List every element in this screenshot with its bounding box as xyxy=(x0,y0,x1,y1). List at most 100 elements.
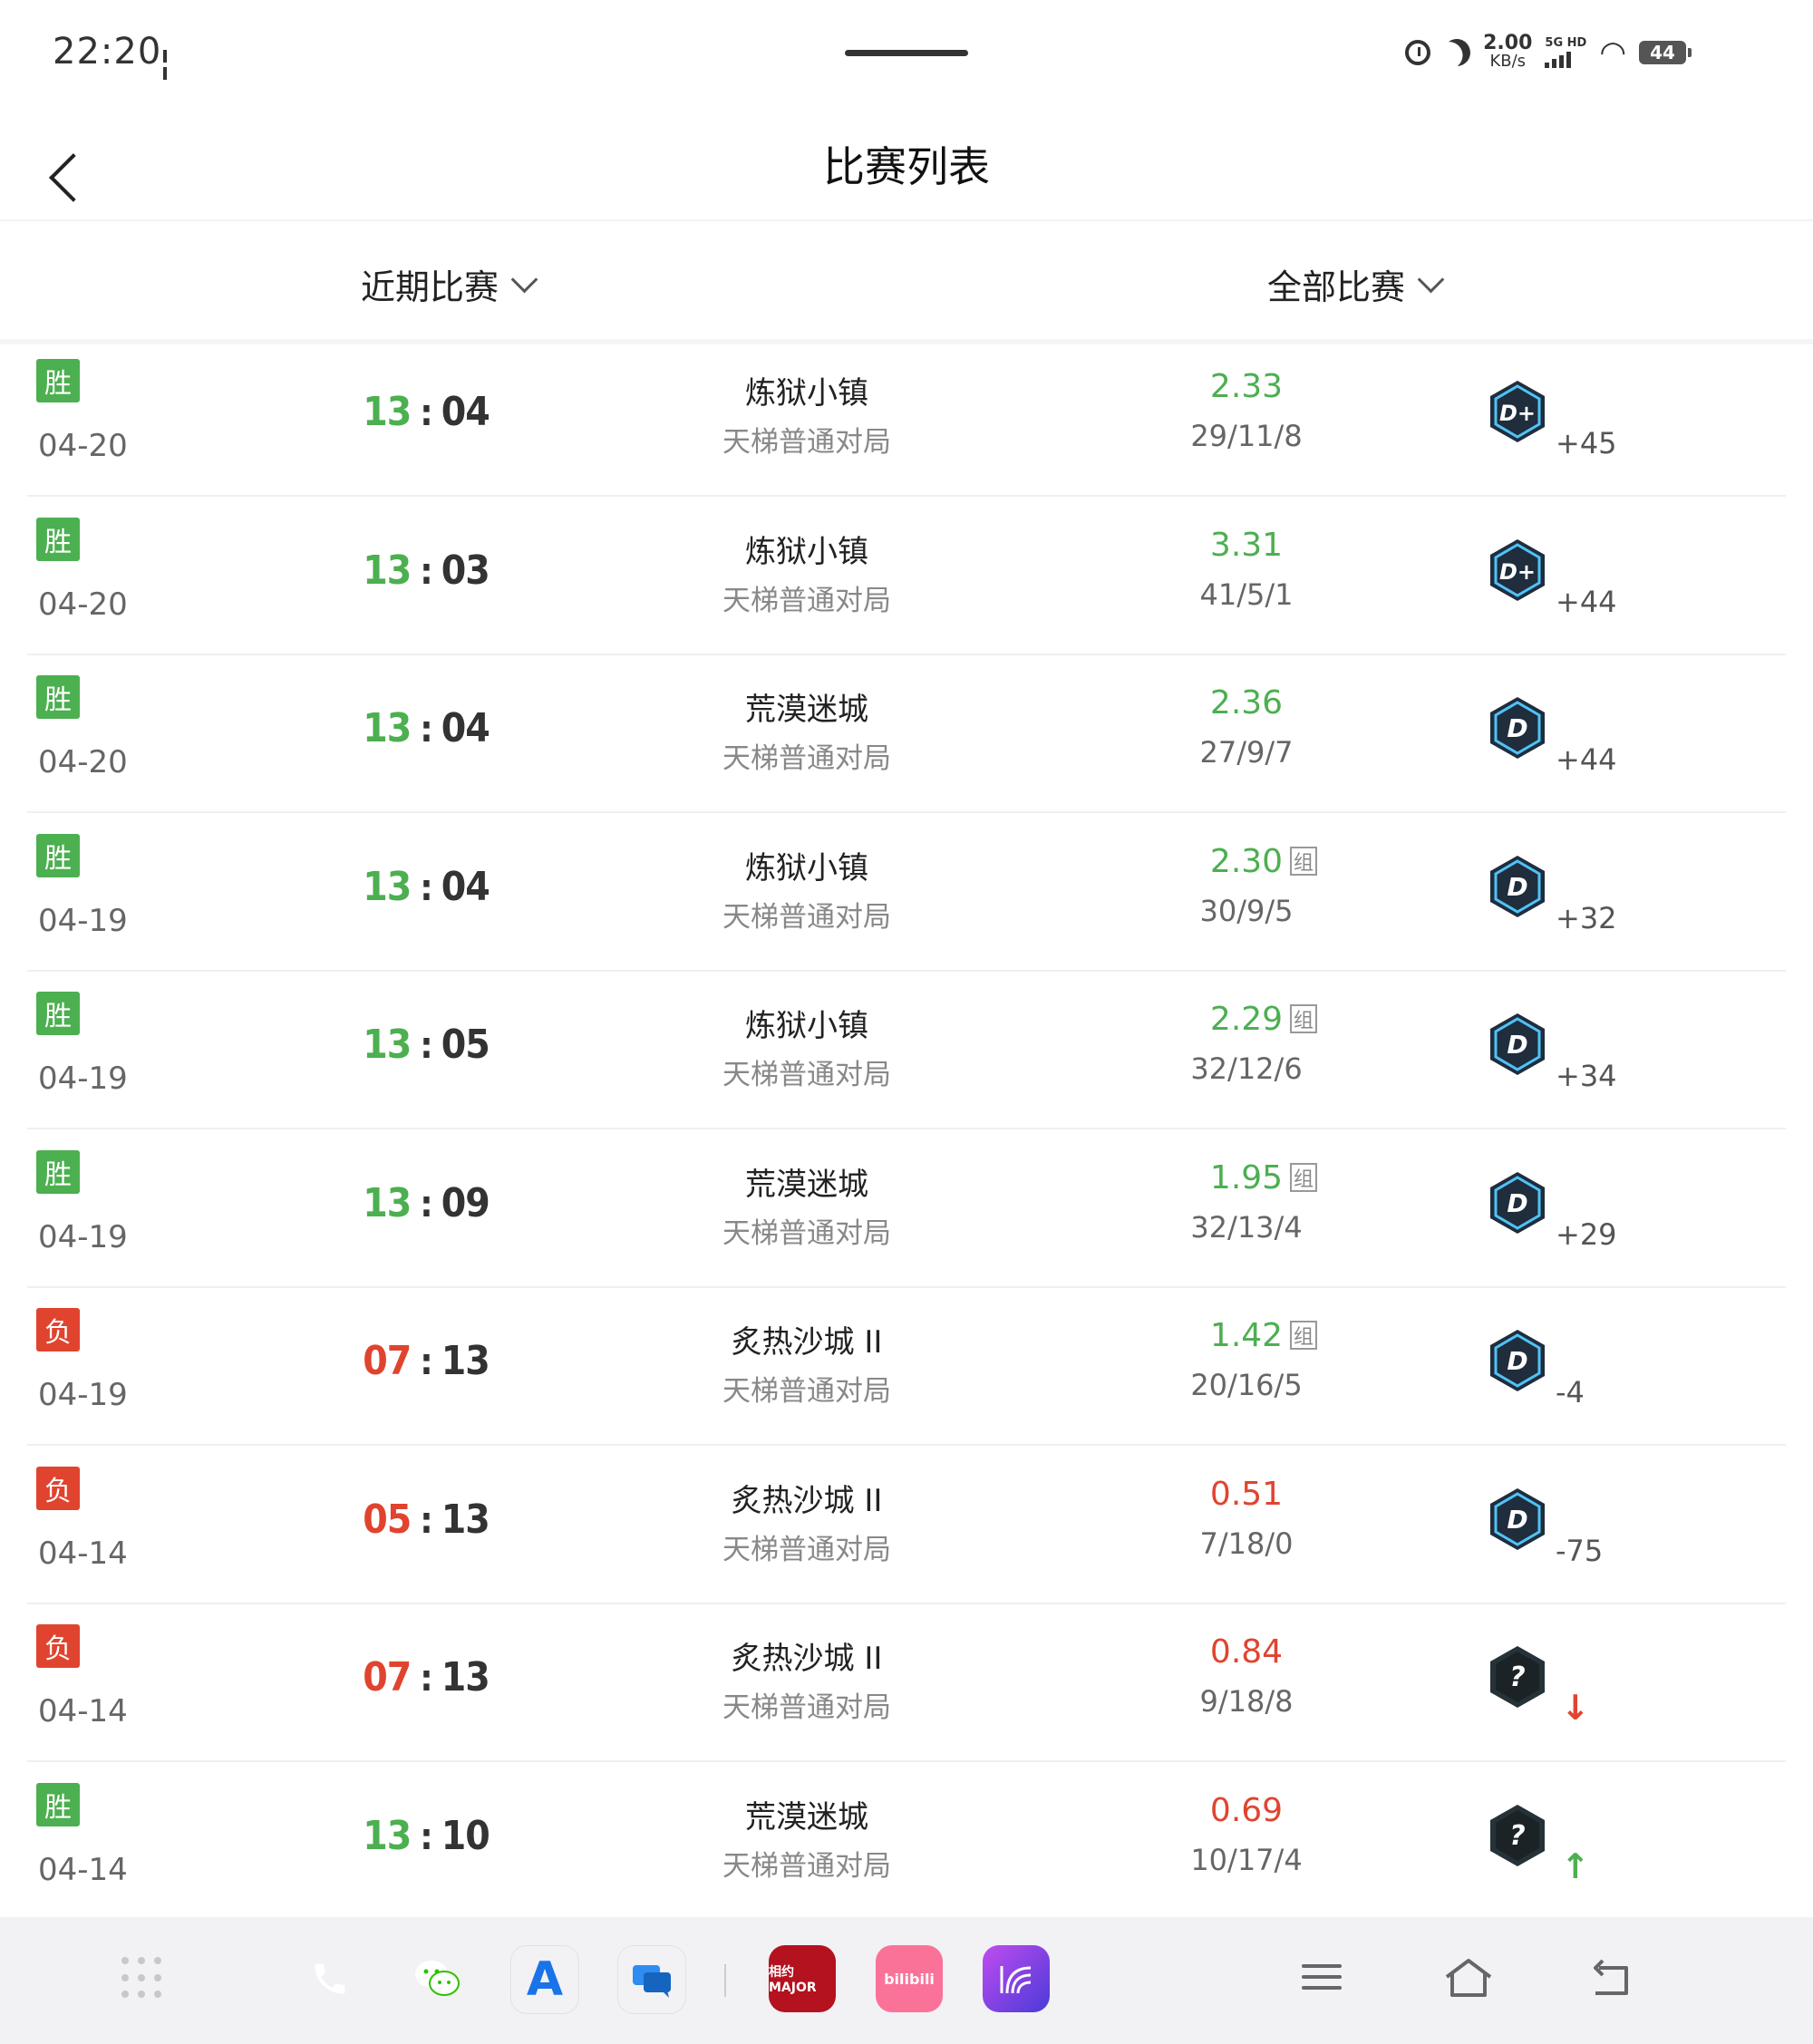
group-tag: 组 xyxy=(1290,1321,1317,1350)
match-row[interactable]: 胜 04-19 13:09 荒漠迷城 天梯普通对局 1.95 组 32/13/4 D +29 xyxy=(0,1130,1813,1288)
kda-stats: 32/13/4 xyxy=(1190,1209,1303,1245)
match-date: 04-14 xyxy=(38,1851,128,1888)
result-badge: 胜 xyxy=(36,517,80,561)
match-date: 04-20 xyxy=(38,586,128,623)
map-name: 荒漠迷城 xyxy=(745,692,868,728)
filter-label: 全部比赛 xyxy=(1267,267,1406,307)
score-separator: : xyxy=(420,1183,432,1225)
elo-change: -4 xyxy=(1556,1375,1585,1409)
score-separator: : xyxy=(420,1499,432,1542)
match-score: 13:04 xyxy=(354,705,499,751)
filter-bar: 近期比赛 全部比赛 xyxy=(0,221,1813,344)
app-store-icon[interactable]: A xyxy=(510,1945,579,2014)
home-icon[interactable] xyxy=(1443,1957,1492,2000)
status-time: 22:20 xyxy=(53,31,162,73)
match-date: 04-19 xyxy=(38,902,128,939)
svg-text:D+: D+ xyxy=(1499,559,1536,585)
match-score: 13:04 xyxy=(354,864,499,910)
rank-unknown-icon: ? xyxy=(1487,1803,1548,1868)
media-pause-icon xyxy=(163,49,176,80)
drag-handle[interactable] xyxy=(845,50,968,56)
messages-app-icon[interactable] xyxy=(617,1945,686,2014)
team-score: 13 xyxy=(363,1179,412,1226)
do-not-disturb-icon xyxy=(1440,35,1474,70)
match-score: 07:13 xyxy=(354,1338,499,1384)
battery-level: 44 xyxy=(1650,42,1675,63)
opponent-score: 09 xyxy=(441,1179,490,1226)
match-mode: 天梯普通对局 xyxy=(722,1216,891,1250)
match-date: 04-14 xyxy=(38,1693,128,1729)
match-row[interactable]: 负 04-19 07:13 炙热沙城 II 天梯普通对局 1.42 组 20/16/5 D -4 xyxy=(0,1288,1813,1446)
match-row[interactable]: 胜 04-20 13:03 炼狱小镇 天梯普通对局 3.31 41/5/1 D+ +44 xyxy=(0,498,1813,655)
wechat-app-icon[interactable] xyxy=(403,1945,470,2012)
result-badge: 胜 xyxy=(36,992,80,1035)
network-speed-unit: KB/s xyxy=(1489,52,1527,71)
result-badge: 胜 xyxy=(36,675,80,719)
match-score: 07:13 xyxy=(354,1654,499,1700)
back-nav-icon[interactable] xyxy=(1590,1957,1634,2000)
purple-app-icon[interactable] xyxy=(983,1945,1050,2012)
arrow-up-icon: ↑ xyxy=(1561,1845,1590,1886)
opponent-score: 10 xyxy=(441,1812,490,1859)
score-separator: : xyxy=(420,1816,432,1858)
kda-stats: 9/18/8 xyxy=(1199,1684,1294,1719)
elo-change: +32 xyxy=(1556,900,1617,935)
match-mode: 天梯普通对局 xyxy=(722,584,891,617)
match-row[interactable]: 胜 04-20 13:04 荒漠迷城 天梯普通对局 2.36 27/9/7 D +44 xyxy=(0,655,1813,813)
team-score: 13 xyxy=(363,705,412,751)
svg-text:D: D xyxy=(1507,1505,1527,1535)
match-row[interactable]: 负 04-14 05:13 炙热沙城 II 天梯普通对局 0.51 7/18/0 D -75 xyxy=(0,1447,1813,1604)
rating-value: 0.69 xyxy=(1209,1791,1284,1829)
kda-stats: 10/17/4 xyxy=(1190,1842,1303,1877)
result-badge: 负 xyxy=(36,1308,80,1351)
elo-change: +29 xyxy=(1556,1216,1617,1252)
match-row[interactable]: 胜 04-19 13:05 炼狱小镇 天梯普通对局 2.29 组 32/12/6 D +34 xyxy=(0,972,1813,1129)
group-tag: 组 xyxy=(1290,1162,1317,1192)
score-separator: : xyxy=(420,392,432,434)
match-date: 04-19 xyxy=(38,1218,128,1255)
opponent-score: 13 xyxy=(441,1338,490,1384)
app-drawer-icon[interactable] xyxy=(121,1957,165,2000)
wifi-icon: ◠ xyxy=(1599,34,1626,71)
match-row[interactable]: 胜 04-20 13:04 炼狱小镇 天梯普通对局 2.33 29/11/8 D+ +45 xyxy=(0,339,1813,497)
page-title: 比赛列表 xyxy=(823,142,990,191)
dock-divider xyxy=(724,1964,726,1997)
svg-text:D: D xyxy=(1507,713,1527,743)
rank-d-icon: D xyxy=(1487,1012,1548,1077)
elo-change: +44 xyxy=(1556,584,1617,619)
team-score: 13 xyxy=(363,547,412,594)
signal-label: 5G HD xyxy=(1545,36,1587,50)
cellular-signal-icon: 5G HD xyxy=(1545,37,1586,68)
match-score: 13:05 xyxy=(354,1022,499,1068)
kda-stats: 7/18/0 xyxy=(1199,1526,1294,1561)
team-score: 13 xyxy=(363,389,412,435)
all-matches-filter[interactable]: 全部比赛 xyxy=(1267,259,1445,309)
status-icons: 2.00 KB/s 5G HD ◠ 44 xyxy=(1405,34,1692,71)
phone-app-icon[interactable] xyxy=(296,1945,364,2012)
match-row[interactable]: 胜 04-14 13:10 荒漠迷城 天梯普通对局 0.69 10/17/4? ↑ xyxy=(0,1763,1813,1921)
chevron-down-icon xyxy=(510,266,538,294)
recent-matches-filter[interactable]: 近期比赛 xyxy=(361,259,538,309)
menu-icon[interactable] xyxy=(1302,1957,1345,2000)
match-score: 13:10 xyxy=(354,1813,499,1859)
match-score: 05:13 xyxy=(354,1497,499,1543)
elo-change: +44 xyxy=(1556,742,1617,777)
svg-text:D: D xyxy=(1507,872,1527,902)
kda-stats: 20/16/5 xyxy=(1190,1368,1303,1402)
svg-text:D: D xyxy=(1507,1188,1527,1218)
group-tag: 组 xyxy=(1290,1004,1317,1033)
network-speed: 2.00 KB/s xyxy=(1483,34,1532,71)
rank-d-icon: D xyxy=(1487,1328,1548,1393)
bilibili-app-icon[interactable]: bilibili xyxy=(876,1945,943,2012)
match-mode: 天梯普通对局 xyxy=(722,426,891,459)
score-separator: : xyxy=(420,867,432,909)
match-row[interactable]: 负 04-14 07:13 炙热沙城 II 天梯普通对局 0.84 9/18/8? ↓ xyxy=(0,1604,1813,1762)
map-name: 炼狱小镇 xyxy=(745,533,868,570)
match-row[interactable]: 胜 04-19 13:04 炼狱小镇 天梯普通对局 2.30 组 30/9/5 D +32 xyxy=(0,814,1813,972)
svg-text:D: D xyxy=(1507,1346,1527,1376)
match-mode: 天梯普通对局 xyxy=(722,900,891,934)
status-bar: 22:20 2.00 KB/s 5G HD ◠ 44 xyxy=(0,0,1813,111)
major-app-icon[interactable]: 相约MAJOR xyxy=(769,1945,836,2012)
map-name: 荒漠迷城 xyxy=(745,1798,868,1836)
map-name: 炙热沙城 II xyxy=(731,1324,883,1361)
